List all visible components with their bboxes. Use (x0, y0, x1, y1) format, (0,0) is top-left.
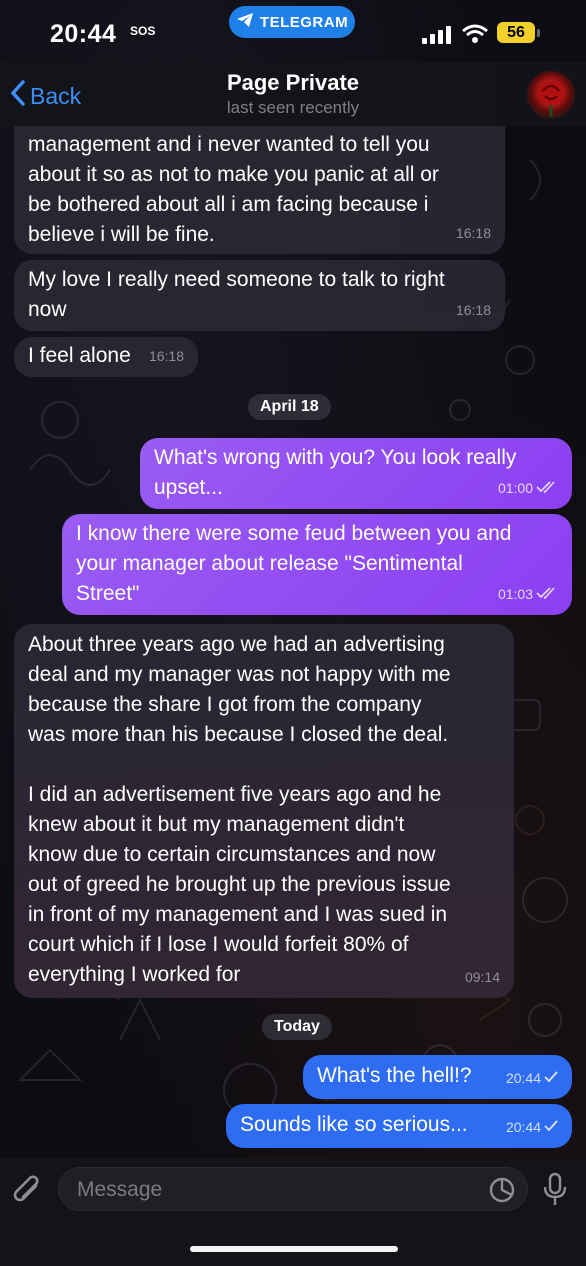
message-time: 16:18 (455, 302, 491, 318)
microphone-icon[interactable] (541, 1172, 569, 1213)
message-incoming[interactable]: My love I really need someone to talk to… (14, 260, 505, 331)
message-outgoing[interactable]: What's the hell!? 20:44 (303, 1055, 572, 1099)
message-time: 09:14 (464, 969, 500, 985)
chat-header: Back Page Private last seen recently (0, 62, 586, 126)
check-icon (544, 1063, 558, 1093)
message-outgoing[interactable]: I know there were some feud between you … (62, 514, 572, 615)
date-separator: Today (262, 1014, 332, 1040)
message-text: management and i never wanted to tell yo… (28, 133, 439, 246)
message-input[interactable]: Message (58, 1167, 528, 1211)
status-time: 20:44 (50, 20, 117, 48)
message-time: 16:18 (455, 225, 491, 241)
message-time: 16:18 (148, 348, 184, 364)
sticker-icon[interactable] (488, 1176, 516, 1209)
chat-title[interactable]: Page Private (0, 70, 586, 96)
battery-indicator: 56 (497, 22, 535, 43)
message-time: 01:00 (497, 480, 533, 496)
message-text: About three years ago we had an advertis… (28, 633, 451, 986)
check-icon (544, 1112, 558, 1142)
sos-indicator: SOS (130, 24, 156, 38)
home-indicator (190, 1246, 398, 1252)
telegram-pill[interactable]: TELEGRAM (229, 6, 355, 38)
message-text: I know there were some feud between you … (76, 522, 512, 605)
status-bar: 20:44 SOS TELEGRAM 56 (0, 0, 586, 62)
wifi-icon (462, 24, 488, 49)
avatar[interactable] (527, 71, 575, 119)
message-text: My love I really need someone to talk to… (28, 268, 445, 321)
message-time: 20:44 (505, 1119, 541, 1135)
date-separator: April 18 (248, 394, 331, 420)
double-check-icon (536, 579, 558, 609)
chat-subtitle: last seen recently (226, 98, 360, 117)
cellular-signal-icon (422, 26, 452, 49)
message-incoming[interactable]: I feel alone 16:18 (14, 337, 198, 377)
paperclip-icon[interactable] (12, 1174, 44, 1213)
telegram-pill-label: TELEGRAM (259, 13, 349, 31)
message-incoming[interactable]: About three years ago we had an advertis… (14, 624, 514, 998)
message-outgoing[interactable]: Sounds like so serious... 20:44 (226, 1104, 572, 1148)
message-time: 01:03 (497, 586, 533, 602)
message-time: 20:44 (505, 1070, 541, 1086)
battery-cap (537, 29, 540, 37)
message-incoming[interactable]: management and i never wanted to tell yo… (14, 126, 505, 254)
paper-plane-icon (236, 12, 254, 32)
double-check-icon (536, 473, 558, 503)
message-outgoing[interactable]: What's wrong with you? You look really u… (140, 438, 572, 509)
